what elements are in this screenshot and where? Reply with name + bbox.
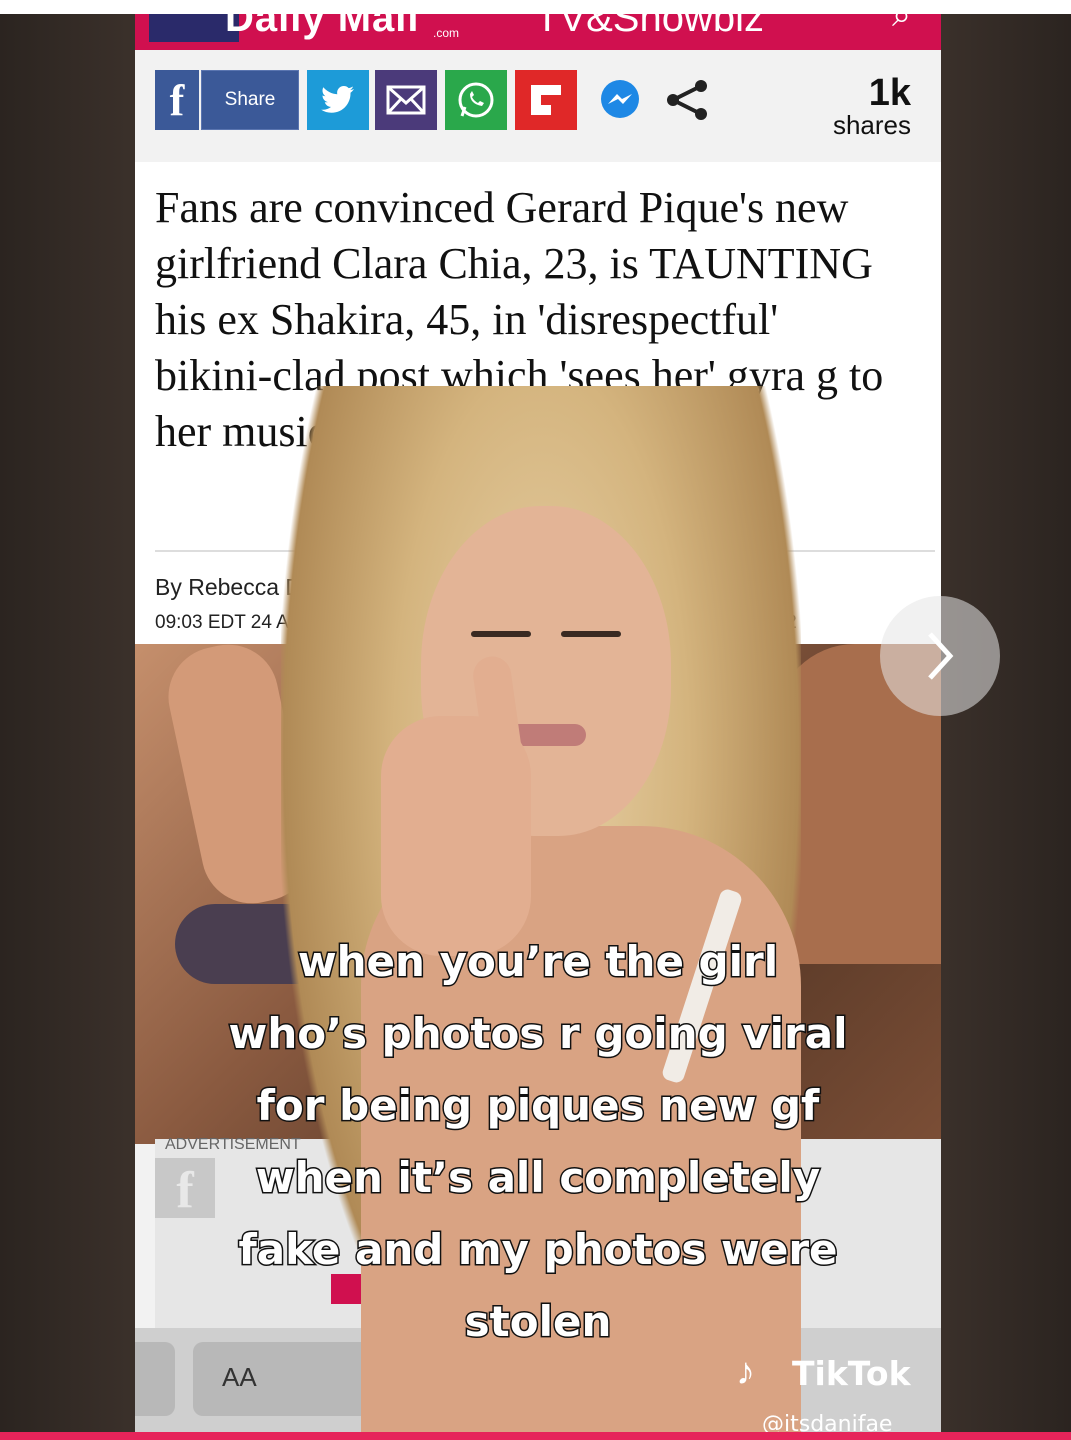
video-caption: when you’re the girl who’s photos r goin… [150, 926, 926, 1358]
right-eye [561, 631, 621, 637]
caption-line: when it’s all completely [254, 1152, 821, 1204]
next-arrow-button[interactable] [880, 596, 1000, 716]
caption-line: stolen [463, 1296, 613, 1348]
text-size-label: AA [222, 1362, 257, 1392]
flipboard-icon[interactable] [515, 70, 577, 130]
facebook-share-button[interactable]: Share [201, 70, 299, 130]
share-count: 1k shares [833, 74, 911, 138]
site-brand-sub: .com [433, 26, 460, 40]
facebook-icon[interactable]: f [155, 70, 199, 130]
chevron-right-icon [928, 632, 954, 680]
bottom-progress-bar [0, 1432, 1071, 1440]
tiktok-watermark: ♪ TikTok [736, 1351, 936, 1393]
share-count-number: 1k [868, 72, 911, 114]
tiktok-note-icon: ♪ [736, 1351, 755, 1393]
site-brand: Daily Mail [225, 14, 420, 40]
caption-line: when you’re the girl [296, 936, 779, 988]
tiktok-video-frame: Daily Mail .com TV&Showbiz ⌕ f Share 1k … [0, 14, 1071, 1432]
section-title[interactable]: TV&Showbiz [535, 14, 764, 41]
creator-handle: @itsdanifae [762, 1412, 893, 1432]
tiktok-logo-text: TikTok [792, 1354, 911, 1393]
share-icon[interactable] [655, 70, 719, 130]
caption-line: for being piques new gf [255, 1080, 821, 1132]
search-icon[interactable]: ⌕ [892, 14, 911, 35]
caption-line: fake and my photos were [237, 1224, 839, 1276]
share-bar: f Share 1k shares [135, 50, 941, 162]
left-eye [471, 631, 531, 637]
whatsapp-icon[interactable] [445, 70, 507, 130]
messenger-icon[interactable] [590, 70, 650, 130]
twitter-icon[interactable] [307, 70, 369, 130]
masthead: Daily Mail .com TV&Showbiz ⌕ [135, 14, 941, 50]
email-icon[interactable] [375, 70, 437, 130]
share-count-label: shares [832, 110, 911, 140]
caption-line: who’s photos r going viral [227, 1008, 849, 1060]
